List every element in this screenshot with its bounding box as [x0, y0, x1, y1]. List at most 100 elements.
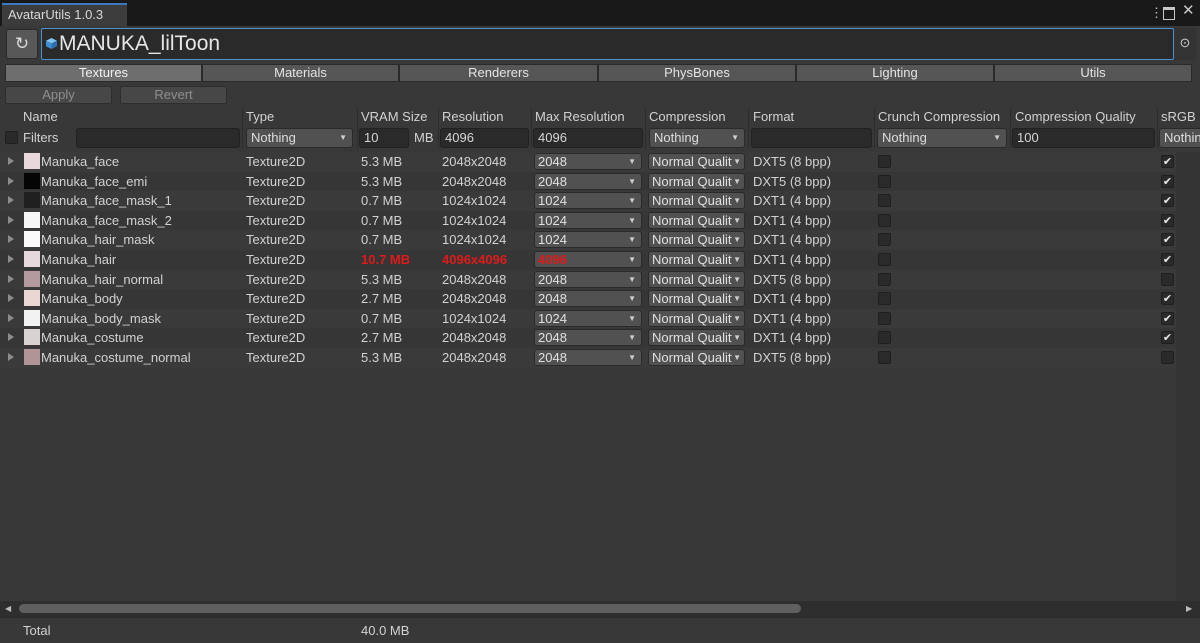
column-header-compression[interactable]: Compression: [649, 108, 745, 126]
filter-type-dropdown[interactable]: Nothing ▼: [246, 128, 353, 148]
srgb-checkbox[interactable]: ✔: [1161, 311, 1174, 325]
filter-vram-input[interactable]: 10: [359, 128, 409, 148]
expand-row-icon[interactable]: [8, 255, 14, 263]
crunch-checkbox[interactable]: [878, 253, 891, 266]
more-options-icon[interactable]: ⋮: [1150, 5, 1163, 21]
expand-row-icon[interactable]: [8, 215, 14, 224]
filter-compression-dropdown[interactable]: Nothing ▼: [649, 128, 745, 148]
srgb-checkbox[interactable]: ✔: [1161, 213, 1174, 227]
column-header-vram[interactable]: VRAM Size: [361, 108, 435, 126]
refresh-button[interactable]: ↻: [6, 29, 38, 59]
close-icon[interactable]: ✕: [1182, 3, 1195, 19]
table-row[interactable]: Manuka_hair Texture2D 10.7 MB 4096x4096 4096…: [0, 250, 1176, 270]
column-divider[interactable]: [357, 108, 358, 148]
apply-button[interactable]: Apply: [5, 86, 112, 104]
compression-dropdown[interactable]: Normal Quality ▼: [648, 192, 745, 210]
expand-row-icon[interactable]: [8, 274, 14, 283]
compression-dropdown[interactable]: Normal Quality ▼: [648, 153, 745, 170]
table-row[interactable]: Manuka_costume_normal Texture2D 5.3 MB 2048…: [0, 348, 1176, 368]
srgb-checkbox[interactable]: ✔: [1161, 174, 1174, 188]
crunch-checkbox[interactable]: [878, 213, 891, 227]
srgb-checkbox[interactable]: ✔: [1161, 292, 1174, 306]
table-row[interactable]: Manuka_hair_mask Texture2D 0.7 MB 1024x1024…: [0, 230, 1176, 250]
crunch-checkbox[interactable]: [878, 233, 891, 247]
table-row[interactable]: Manuka_body_mask Texture2D 0.7 MB 1024x1024…: [0, 308, 1176, 329]
expand-row-icon[interactable]: [8, 353, 14, 361]
srgb-checkbox[interactable]: ✔: [1161, 331, 1174, 345]
max-resolution-dropdown[interactable]: 1024 ▼: [534, 309, 642, 327]
scroll-left-icon[interactable]: ◀: [5, 601, 11, 617]
column-header-name[interactable]: Name: [23, 108, 238, 126]
column-header-crunch[interactable]: Crunch Compression: [878, 108, 1005, 126]
texture-name[interactable]: Manuka_hair_mask: [41, 230, 241, 250]
texture-name[interactable]: Manuka_face_mask_1: [41, 191, 241, 211]
filter-crunch-dropdown[interactable]: Nothing ▼: [877, 128, 1007, 148]
table-row[interactable]: Manuka_hair_normal Texture2D 5.3 MB 2048x20…: [0, 269, 1176, 290]
crunch-checkbox[interactable]: [878, 174, 891, 188]
max-resolution-dropdown[interactable]: 1024 ▼: [534, 231, 642, 249]
avatar-object-field[interactable]: MANUKA_lilToon: [41, 28, 1174, 60]
compression-dropdown[interactable]: Normal Quality ▼: [648, 349, 745, 366]
tab-materials[interactable]: Materials: [202, 64, 399, 82]
expand-row-icon[interactable]: [8, 235, 14, 244]
max-resolution-dropdown[interactable]: 2048 ▼: [534, 290, 642, 308]
table-row[interactable]: Manuka_costume Texture2D 2.7 MB 2048x2048 20…: [0, 328, 1176, 348]
texture-name[interactable]: Manuka_body: [41, 289, 241, 309]
column-header-quality[interactable]: Compression Quality: [1015, 108, 1154, 126]
srgb-checkbox[interactable]: ✔: [1161, 233, 1174, 247]
maximize-icon[interactable]: [1163, 5, 1175, 20]
column-header-resolution[interactable]: Resolution: [442, 108, 528, 126]
texture-name[interactable]: Manuka_body_mask: [41, 309, 241, 329]
filter-name-input[interactable]: [76, 128, 240, 148]
revert-button[interactable]: Revert: [120, 86, 227, 104]
window-tab[interactable]: AvatarUtils 1.0.3: [2, 3, 127, 26]
column-header-max-resolution[interactable]: Max Resolution: [535, 108, 642, 126]
srgb-checkbox[interactable]: ✔: [1161, 253, 1174, 266]
tab-textures[interactable]: Textures: [5, 64, 202, 82]
table-row[interactable]: Manuka_face_emi Texture2D 5.3 MB 2048x2048 2…: [0, 171, 1176, 192]
column-divider[interactable]: [531, 108, 532, 148]
filter-quality-input[interactable]: 100: [1012, 128, 1155, 148]
max-resolution-dropdown[interactable]: 1024 ▼: [534, 192, 642, 210]
crunch-checkbox[interactable]: [878, 292, 891, 306]
column-divider[interactable]: [645, 108, 646, 148]
expand-row-icon[interactable]: [8, 196, 14, 205]
filters-enable-checkbox[interactable]: [5, 131, 18, 144]
crunch-checkbox[interactable]: [878, 194, 891, 208]
column-header-format[interactable]: Format: [753, 108, 871, 126]
crunch-checkbox[interactable]: [878, 272, 891, 286]
horizontal-scrollbar-thumb[interactable]: [19, 604, 801, 613]
texture-name[interactable]: Manuka_hair_normal: [41, 270, 241, 290]
table-row[interactable]: Manuka_body Texture2D 2.7 MB 2048x2048 2048 ▼…: [0, 289, 1176, 309]
column-divider[interactable]: [1157, 108, 1158, 148]
column-header-type[interactable]: Type: [246, 108, 352, 126]
filter-resolution-input[interactable]: 4096: [440, 128, 529, 148]
compression-dropdown[interactable]: Normal Quality ▼: [648, 270, 745, 288]
compression-dropdown[interactable]: Normal Quality ▼: [648, 231, 745, 249]
table-row[interactable]: Manuka_face_mask_1 Texture2D 0.7 MB 1024x10…: [0, 191, 1176, 211]
expand-row-icon[interactable]: [8, 157, 14, 165]
tab-lighting[interactable]: Lighting: [796, 64, 994, 82]
texture-name[interactable]: Manuka_costume_normal: [41, 348, 241, 368]
table-row[interactable]: Manuka_face Texture2D 5.3 MB 2048x2048 2048 ▼…: [0, 152, 1176, 172]
column-divider[interactable]: [242, 108, 243, 148]
texture-name[interactable]: Manuka_face: [41, 152, 241, 172]
texture-name[interactable]: Manuka_costume: [41, 328, 241, 348]
max-resolution-dropdown[interactable]: 2048 ▼: [534, 172, 642, 190]
tab-renderers[interactable]: Renderers: [399, 64, 598, 82]
max-resolution-dropdown[interactable]: 4096 ▼: [534, 251, 642, 268]
object-picker-button[interactable]: ⊙: [1174, 28, 1196, 60]
srgb-checkbox[interactable]: ✔: [1161, 155, 1174, 168]
filter-max-resolution-input[interactable]: 4096: [533, 128, 643, 148]
crunch-checkbox[interactable]: [878, 311, 891, 325]
expand-row-icon[interactable]: [8, 176, 14, 185]
compression-dropdown[interactable]: Normal Quality ▼: [648, 172, 745, 190]
max-resolution-dropdown[interactable]: 1024 ▼: [534, 211, 642, 229]
texture-name[interactable]: Manuka_face_emi: [41, 172, 241, 192]
srgb-checkbox[interactable]: [1161, 272, 1174, 286]
expand-row-icon[interactable]: [8, 313, 14, 322]
max-resolution-dropdown[interactable]: 2048 ▼: [534, 270, 642, 288]
srgb-checkbox[interactable]: [1161, 351, 1174, 364]
scroll-right-icon[interactable]: ▶: [1186, 601, 1192, 617]
compression-dropdown[interactable]: Normal Quality ▼: [648, 329, 745, 347]
